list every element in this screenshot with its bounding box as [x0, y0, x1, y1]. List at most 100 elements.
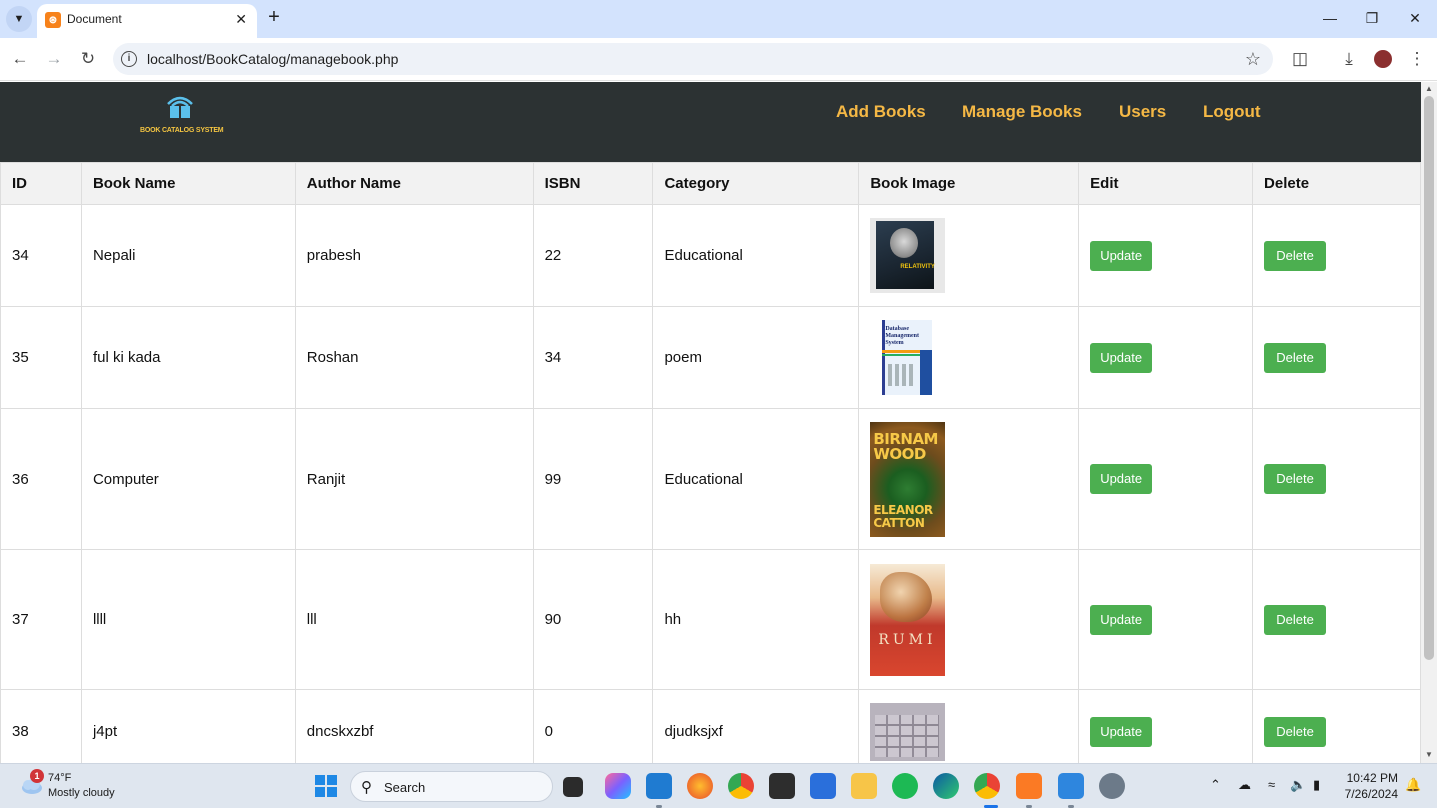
- cell-book-name: Nepali: [80, 204, 296, 307]
- profile-avatar[interactable]: [1371, 48, 1395, 70]
- windows-taskbar: 1 74°F Mostly cloudy ⚲ Search ⌃ ☁ ≈ 🔈 ▮ …: [0, 763, 1437, 808]
- book-wifi-logo-icon: [167, 96, 193, 118]
- cell-book-name: j4pt: [80, 689, 296, 763]
- book-cover-image: BIRNAM WOOD ELEANOR CATTON: [870, 421, 946, 537]
- cell-edit: Update: [1078, 204, 1254, 307]
- delete-button[interactable]: Delete: [1264, 604, 1327, 635]
- cover-title: RUMI: [878, 631, 937, 648]
- bookmark-star-icon[interactable]: ☆: [1245, 49, 1261, 70]
- column-header-author-name: Author Name: [294, 162, 534, 205]
- cover-title: RELATIVITY: [900, 264, 935, 270]
- spotify-icon[interactable]: [892, 773, 918, 799]
- download-icon[interactable]: ⤓: [1337, 48, 1361, 70]
- file-explorer-icon[interactable]: [851, 773, 877, 799]
- cell-delete: Delete: [1252, 689, 1421, 763]
- nav-logout[interactable]: Logout: [1203, 102, 1261, 122]
- delete-button[interactable]: Delete: [1264, 716, 1327, 747]
- wifi-icon[interactable]: ≈: [1268, 777, 1275, 792]
- cell-category: Educational: [652, 204, 860, 307]
- table-row: 37 llll lll 90 hh RUMI Update Delete: [0, 549, 1421, 690]
- cell-edit: Update: [1078, 549, 1254, 690]
- cell-edit: Update: [1078, 306, 1254, 409]
- update-button[interactable]: Update: [1090, 342, 1153, 373]
- scrollbar-thumb[interactable]: [1424, 96, 1434, 660]
- cell-edit: Update: [1078, 408, 1254, 550]
- scroll-up-arrow-icon[interactable]: ▲: [1424, 84, 1434, 93]
- xampp-icon[interactable]: [1016, 773, 1042, 799]
- settings-gear-icon[interactable]: [1099, 773, 1125, 799]
- column-header-edit: Edit: [1078, 162, 1254, 205]
- tray-chevron-up-icon[interactable]: ⌃: [1210, 777, 1221, 793]
- book-cover-image: [870, 702, 946, 761]
- minimize-button[interactable]: —: [1315, 6, 1345, 30]
- column-header-id: ID: [0, 162, 82, 205]
- book-cover-image: RUMI: [870, 563, 946, 676]
- nav-add-books[interactable]: Add Books: [836, 102, 926, 122]
- firefox-icon[interactable]: [687, 773, 713, 799]
- cell-isbn: 34: [532, 306, 654, 409]
- windows-start-icon[interactable]: [313, 773, 339, 799]
- volume-icon[interactable]: 🔈: [1290, 777, 1306, 793]
- scroll-down-arrow-icon[interactable]: ▼: [1424, 750, 1434, 759]
- site-logo[interactable]: BOOK CATALOG SYSTEM: [140, 92, 224, 138]
- restore-button[interactable]: ❐: [1357, 6, 1387, 30]
- table-header-row: ID Book Name Author Name ISBN Category B…: [0, 162, 1421, 205]
- column-header-isbn: ISBN: [532, 162, 654, 205]
- site-info-icon[interactable]: i: [121, 51, 137, 67]
- copilot-icon[interactable]: [605, 773, 631, 799]
- update-button[interactable]: Update: [1090, 604, 1153, 635]
- url-text[interactable]: localhost/BookCatalog/managebook.php: [147, 51, 398, 67]
- notification-bell-icon[interactable]: 🔔: [1405, 777, 1421, 793]
- tab-search-button[interactable]: ▼: [6, 6, 32, 32]
- clock-time[interactable]: 10:42 PM: [1342, 771, 1398, 785]
- new-tab-button[interactable]: +: [263, 6, 285, 28]
- cell-delete: Delete: [1252, 408, 1421, 550]
- cell-book-image: Database Management System: [858, 306, 1080, 409]
- clock-date[interactable]: 7/26/2024: [1342, 787, 1398, 801]
- cell-category: hh: [652, 549, 860, 690]
- tab-title: Document: [67, 12, 122, 26]
- menu-kebab-icon[interactable]: ⋮: [1405, 48, 1429, 70]
- cell-delete: Delete: [1252, 549, 1421, 690]
- logo-text: BOOK CATALOG SYSTEM: [140, 127, 224, 134]
- column-header-book-image: Book Image: [858, 162, 1080, 205]
- cell-delete: Delete: [1252, 306, 1421, 409]
- address-bar[interactable]: i localhost/BookCatalog/managebook.php ☆: [113, 43, 1273, 75]
- update-button[interactable]: Update: [1090, 240, 1153, 271]
- cell-author-name: lll: [294, 549, 534, 690]
- weather-description[interactable]: Mostly cloudy: [48, 787, 115, 799]
- nav-users[interactable]: Users: [1119, 102, 1166, 122]
- paint-icon[interactable]: [1058, 773, 1084, 799]
- browser-toolbar: ← → ↻ i localhost/BookCatalog/managebook…: [0, 38, 1437, 81]
- back-button[interactable]: ←: [9, 48, 31, 70]
- onedrive-cloud-icon[interactable]: ☁: [1238, 777, 1251, 793]
- terminal-icon[interactable]: [769, 773, 795, 799]
- chrome-profile-icon[interactable]: [974, 773, 1000, 799]
- vscode-icon[interactable]: [646, 773, 672, 799]
- delete-button[interactable]: Delete: [1264, 240, 1327, 271]
- forward-button[interactable]: →: [43, 48, 65, 70]
- microsoft-store-icon[interactable]: [810, 773, 836, 799]
- chrome-icon[interactable]: [728, 773, 754, 799]
- edge-icon[interactable]: [933, 773, 959, 799]
- delete-button[interactable]: Delete: [1264, 464, 1327, 494]
- close-window-button[interactable]: ✕: [1400, 6, 1430, 30]
- close-tab-icon[interactable]: ✕: [235, 11, 247, 28]
- nav-manage-books[interactable]: Manage Books: [962, 102, 1082, 122]
- weather-temperature[interactable]: 74°F: [48, 772, 71, 784]
- taskbar-search-box[interactable]: ⚲ Search: [350, 771, 553, 802]
- cell-book-name: ful ki kada: [80, 306, 296, 409]
- update-button[interactable]: Update: [1090, 716, 1153, 747]
- page-scrollbar[interactable]: ▲ ▼: [1421, 82, 1437, 763]
- book-cover-image: RELATIVITY: [870, 218, 946, 293]
- extensions-icon[interactable]: ◫: [1288, 48, 1312, 70]
- cell-category: djudksjxf: [652, 689, 860, 763]
- search-icon: ⚲: [361, 779, 372, 796]
- cell-id: 35: [0, 306, 82, 409]
- reload-button[interactable]: ↻: [77, 48, 99, 70]
- delete-button[interactable]: Delete: [1264, 342, 1327, 373]
- browser-tab[interactable]: ⊛ Document ✕: [37, 4, 257, 38]
- update-button[interactable]: Update: [1090, 464, 1153, 494]
- battery-icon[interactable]: ▮: [1313, 777, 1320, 793]
- task-view-icon[interactable]: [563, 777, 583, 797]
